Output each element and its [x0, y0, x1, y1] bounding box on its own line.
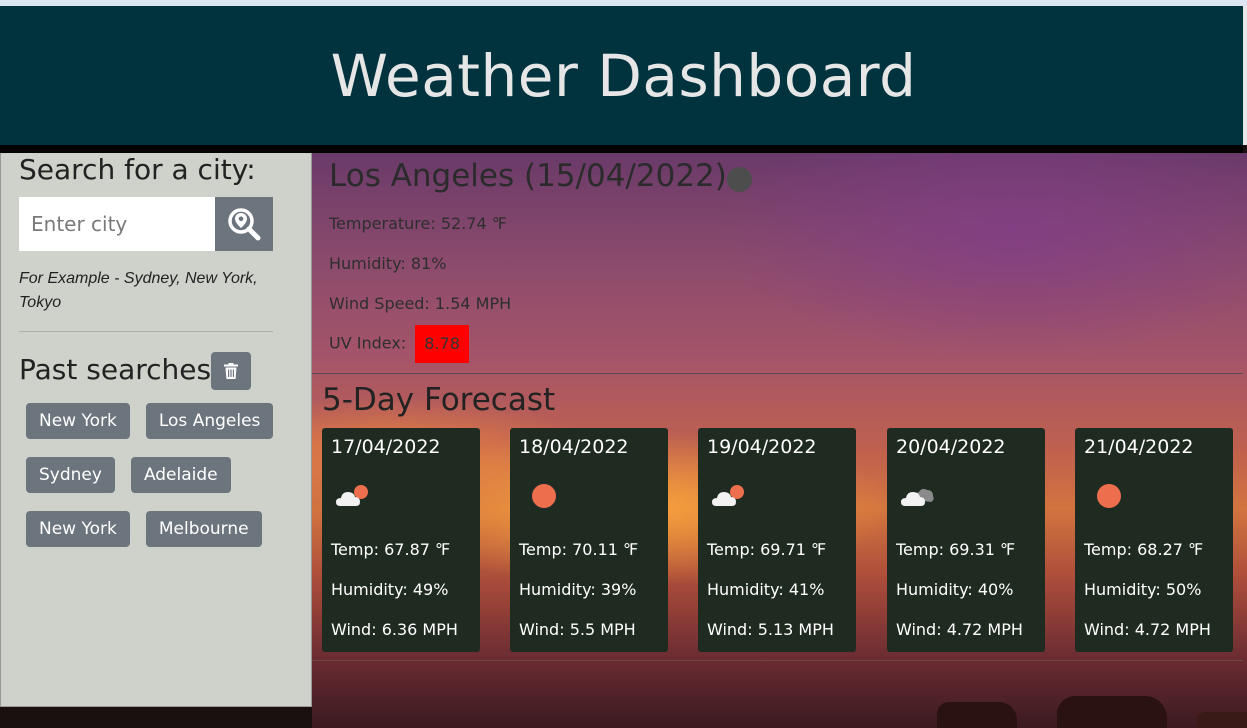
rock-silhouette: [1197, 712, 1247, 728]
forecast-humidity: Humidity: 41%: [707, 580, 825, 599]
current-weather-panel: Los Angeles (15/04/2022) Temperature: 52…: [312, 153, 1243, 374]
forecast-temp: Temp: 68.27 ℉: [1084, 540, 1204, 559]
forecast-wind: Wind: 6.36 MPH: [331, 620, 458, 639]
clouds-icon: [901, 488, 934, 506]
forecast-temp: Temp: 70.11 ℉: [519, 540, 639, 559]
forecast-wind: Wind: 5.5 MPH: [519, 620, 636, 639]
forecast-humidity: Humidity: 49%: [331, 580, 449, 599]
forecast-humidity: Humidity: 50%: [1084, 580, 1202, 599]
search-button[interactable]: [215, 197, 273, 251]
history-city-button[interactable]: New York: [26, 403, 130, 439]
history-row: New York Los Angeles: [26, 403, 296, 439]
forecast-temp: Temp: 69.71 ℉: [707, 540, 827, 559]
city-search-input[interactable]: [19, 197, 215, 251]
uv-index-badge: 8.78: [415, 325, 469, 363]
current-city-date: Los Angeles (15/04/2022): [329, 158, 727, 194]
history-row: Sydney Adelaide: [26, 457, 296, 493]
cloud-sun-icon: [336, 485, 368, 506]
sun-icon: [532, 484, 556, 508]
search-history-list: New York Los Angeles Sydney Adelaide New…: [26, 403, 296, 565]
search-title: Search for a city:: [19, 153, 256, 186]
page-header: Weather Dashboard: [0, 6, 1247, 145]
search-location-icon: [228, 208, 261, 241]
forecast-humidity: Humidity: 39%: [519, 580, 637, 599]
current-wind: Wind Speed: 1.54 MPH: [329, 294, 512, 313]
clear-history-button[interactable]: [211, 352, 252, 390]
header-divider: [0, 145, 1243, 153]
history-city-button[interactable]: Sydney: [26, 457, 115, 493]
search-sidebar: Search for a city: For Example - Sydney,…: [0, 153, 312, 707]
forecast-wind: Wind: 4.72 MPH: [896, 620, 1023, 639]
forecast-wind: Wind: 4.72 MPH: [1084, 620, 1211, 639]
uv-label: UV Index:: [329, 333, 407, 353]
forecast-temp: Temp: 67.87 ℉: [331, 540, 451, 559]
cloud-sun-icon: [712, 485, 744, 506]
history-city-button[interactable]: New York: [26, 511, 130, 547]
forecast-humidity: Humidity: 40%: [896, 580, 1014, 599]
history-city-button[interactable]: Los Angeles: [145, 403, 274, 439]
current-uv-row: UV Index: 8.78: [329, 325, 469, 363]
history-city-button[interactable]: Melbourne: [145, 511, 262, 547]
forecast-date: 21/04/2022: [1084, 436, 1194, 458]
forecast-date: 20/04/2022: [896, 436, 1006, 458]
current-temperature: Temperature: 52.74 ℉: [329, 214, 507, 233]
current-weather-icon: [727, 167, 752, 192]
past-searches-title: Past searches: [19, 352, 212, 386]
forecast-section: 5-Day Forecast 17/04/2022 Temp: 67.87 ℉ …: [312, 374, 1243, 661]
forecast-title: 5-Day Forecast: [322, 382, 556, 418]
trash-icon: [224, 363, 239, 379]
history-city-button[interactable]: Adelaide: [130, 457, 231, 493]
forecast-card: 19/04/2022 Temp: 69.71 ℉ Humidity: 41% W…: [698, 428, 856, 652]
page-title: Weather Dashboard: [330, 41, 917, 110]
forecast-wind: Wind: 5.13 MPH: [707, 620, 834, 639]
rock-silhouette: [1057, 696, 1167, 728]
search-example-text: For Example - Sydney, New York, Tokyo: [19, 270, 258, 311]
forecast-date: 19/04/2022: [707, 436, 817, 458]
forecast-card: 20/04/2022 Temp: 69.31 ℉ Humidity: 40% W…: [887, 428, 1045, 652]
history-row: New York Melbourne: [26, 511, 296, 547]
rock-silhouette: [937, 702, 1017, 728]
forecast-card: 17/04/2022 Temp: 67.87 ℉ Humidity: 49% W…: [322, 428, 480, 652]
sidebar-divider: [19, 331, 273, 332]
sun-icon: [1097, 484, 1121, 508]
forecast-date: 17/04/2022: [331, 436, 441, 458]
forecast-temp: Temp: 69.31 ℉: [896, 540, 1016, 559]
current-humidity: Humidity: 81%: [329, 254, 447, 273]
forecast-date: 18/04/2022: [519, 436, 629, 458]
past-searches-header: Past searches: [19, 348, 252, 390]
forecast-card: 18/04/2022 Temp: 70.11 ℉ Humidity: 39% W…: [510, 428, 668, 652]
forecast-card: 21/04/2022 Temp: 68.27 ℉ Humidity: 50% W…: [1075, 428, 1233, 652]
search-form: [19, 197, 273, 251]
